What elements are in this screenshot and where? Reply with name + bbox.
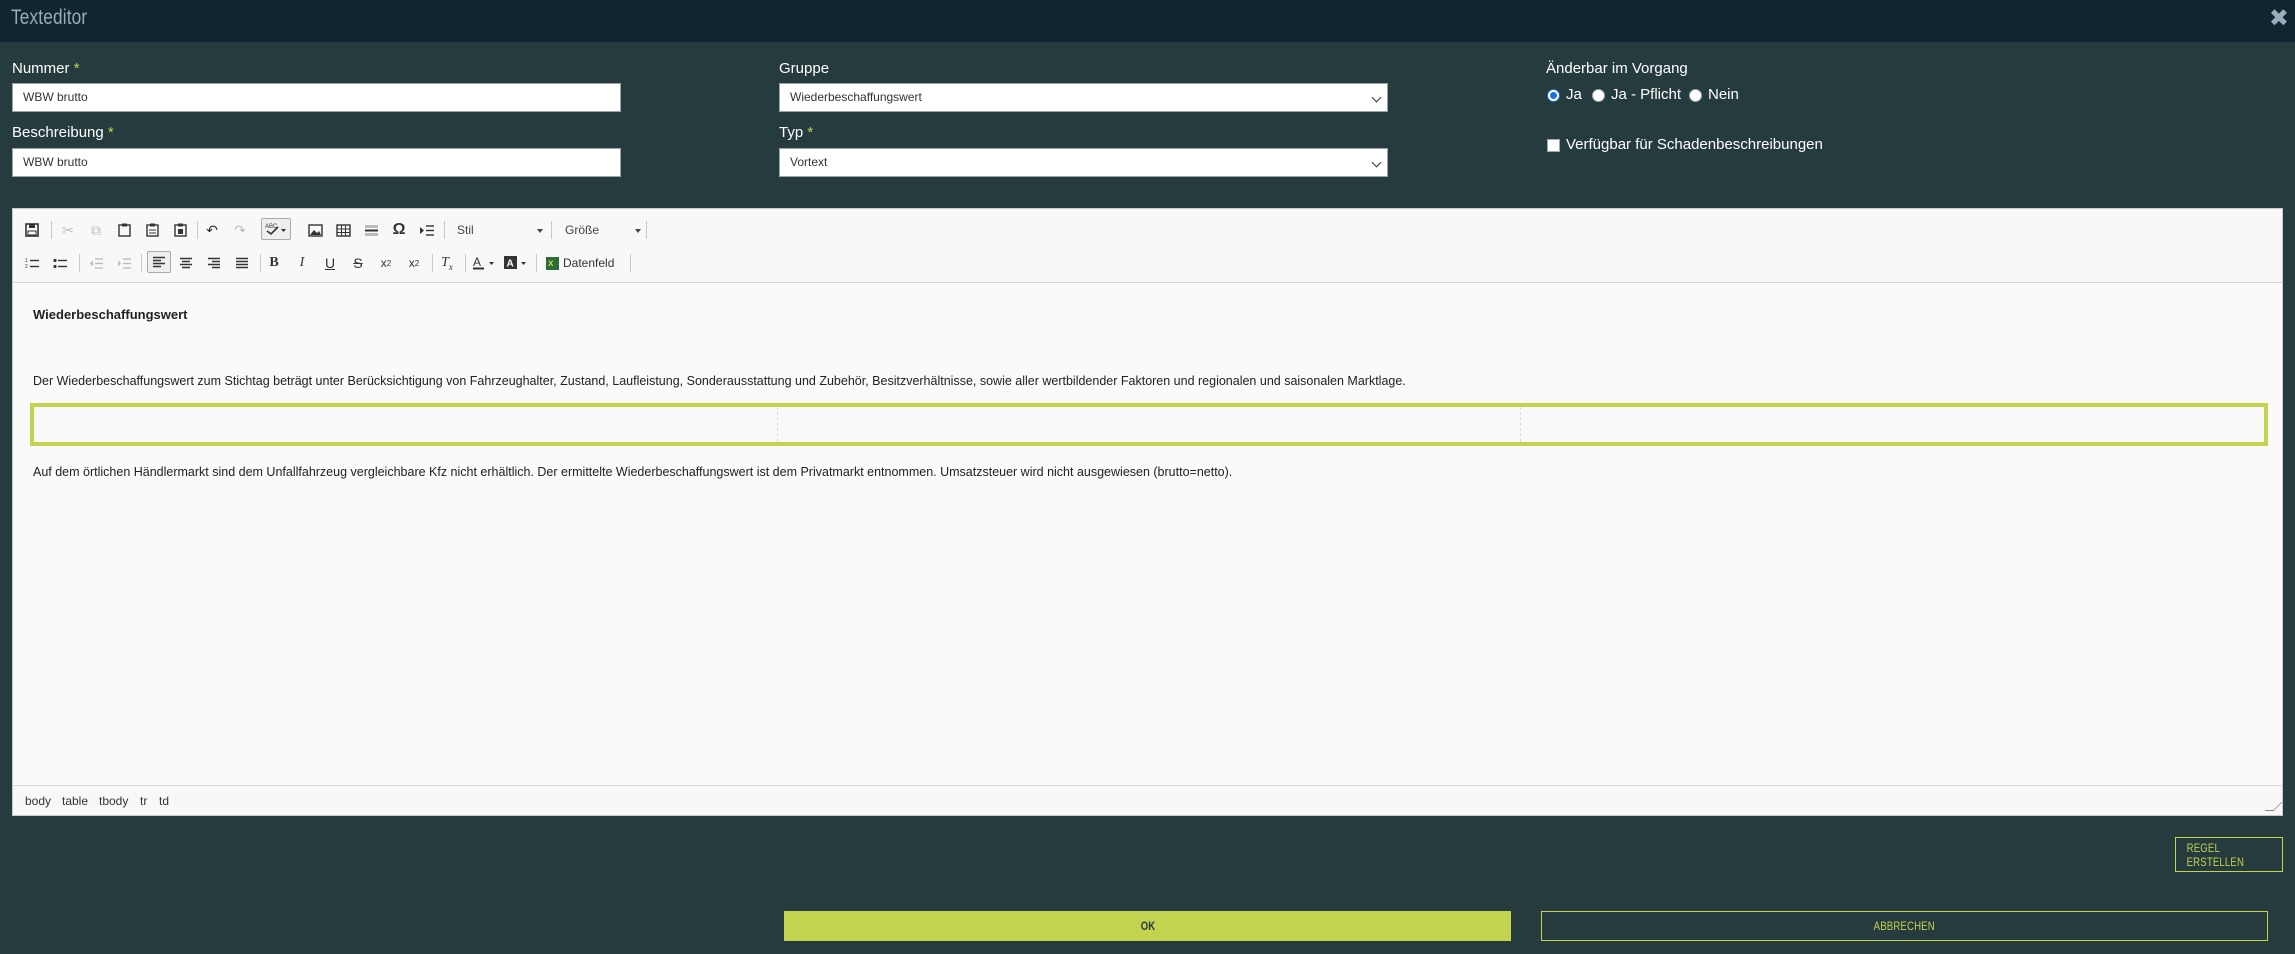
chevron-down-icon <box>1371 157 1382 168</box>
toolbar-separator <box>646 221 647 239</box>
copy-icon[interactable]: ⧉ <box>87 219 105 241</box>
radio-ja[interactable] <box>1547 89 1560 102</box>
underline-icon[interactable]: U <box>321 252 339 274</box>
radio-ja-pflicht[interactable] <box>1592 89 1605 102</box>
subscript-icon[interactable]: x2 <box>377 252 395 274</box>
toolbar-separator <box>51 221 52 239</box>
save-icon[interactable] <box>23 219 41 241</box>
aenderbar-label: Änderbar im Vorgang <box>1546 60 1688 77</box>
align-left-icon[interactable] <box>147 251 171 273</box>
toolbar-separator <box>551 221 552 239</box>
align-center-icon[interactable] <box>177 252 195 274</box>
remove-format-icon[interactable]: Tx <box>438 252 456 274</box>
nummer-label: Nummer * <box>12 60 80 77</box>
rich-text-editor[interactable]: ✂ ⧉ ↶ ↷ ABC Ω Stil Größe 1 2 B I U S x 2… <box>12 208 2283 816</box>
size-dropdown[interactable]: Größe <box>553 223 641 237</box>
toolbar-separator <box>197 221 198 239</box>
horizontal-line-icon[interactable] <box>362 219 380 241</box>
gruppe-label: Gruppe <box>779 60 830 77</box>
paste-word-icon[interactable] <box>171 219 189 241</box>
style-dropdown[interactable]: Stil <box>457 223 543 237</box>
content-paragraph: Auf dem örtlichen Händlermarkt sind dem … <box>33 465 1233 479</box>
path-item[interactable]: tr <box>140 794 147 808</box>
caret-down-icon <box>635 229 641 233</box>
editor-toolbar: ✂ ⧉ ↶ ↷ ABC Ω Stil Größe 1 2 B I U S x 2… <box>13 209 2282 283</box>
toolbar-separator <box>432 254 433 272</box>
bold-icon[interactable]: B <box>265 252 283 274</box>
toolbar-separator <box>630 254 631 272</box>
path-item[interactable]: tbody <box>99 794 128 808</box>
table-icon[interactable] <box>334 219 352 241</box>
toolbar-separator <box>444 221 445 239</box>
bullet-list-icon[interactable] <box>51 252 69 274</box>
special-char-icon[interactable]: Ω <box>390 219 408 241</box>
ok-button[interactable]: OK <box>784 911 1511 941</box>
undo-icon[interactable]: ↶ <box>203 219 221 241</box>
create-rule-button[interactable]: REGEL ERSTELLEN <box>2175 837 2283 872</box>
table-cell[interactable] <box>34 407 778 442</box>
strikethrough-icon[interactable]: S <box>349 252 367 274</box>
toolbar-separator <box>79 254 80 272</box>
image-icon[interactable] <box>306 219 324 241</box>
indent-icon[interactable] <box>115 252 133 274</box>
chevron-down-icon <box>1371 92 1382 103</box>
typ-select[interactable]: Vortext <box>779 148 1388 177</box>
svg-text:A: A <box>473 256 481 269</box>
svg-text:2: 2 <box>25 264 28 270</box>
content-paragraph: Der Wiederbeschaffungswert zum Stichtag … <box>33 374 1406 388</box>
gruppe-select[interactable]: Wiederbeschaffungswert <box>779 83 1388 112</box>
toolbar-separator <box>536 254 537 272</box>
align-justify-icon[interactable] <box>233 252 251 274</box>
toolbar-separator <box>141 254 142 272</box>
beschreibung-field[interactable]: WBW brutto <box>12 148 621 177</box>
path-item[interactable]: td <box>159 794 169 808</box>
typ-label: Typ * <box>779 124 814 141</box>
content-heading: Wiederbeschaffungswert <box>33 307 188 322</box>
content-table[interactable] <box>30 403 2268 446</box>
datafield-icon: x <box>546 256 559 270</box>
paste-text-icon[interactable] <box>143 219 161 241</box>
italic-icon[interactable]: I <box>293 252 311 274</box>
caret-down-icon <box>537 229 543 233</box>
editor-content[interactable]: Wiederbeschaffungswert Der Wiederbeschaf… <box>13 284 2282 784</box>
outdent-icon[interactable] <box>87 252 105 274</box>
title-bar: Texteditor ✖ <box>0 0 2295 42</box>
toolbar-separator <box>260 254 261 272</box>
numbered-list-icon[interactable]: 12 <box>23 252 41 274</box>
verfuegbar-label: Verfügbar für Schadenbeschreibungen <box>1566 136 1823 153</box>
window-title: Texteditor <box>11 6 88 29</box>
table-cell[interactable] <box>778 407 1522 442</box>
resize-handle-icon[interactable] <box>2264 802 2283 811</box>
nummer-field[interactable]: WBW brutto <box>12 83 621 112</box>
spellcheck-icon[interactable]: ABC <box>261 218 291 240</box>
align-right-icon[interactable] <box>205 252 223 274</box>
cut-icon[interactable]: ✂ <box>59 219 77 241</box>
beschreibung-label: Beschreibung * <box>12 124 114 141</box>
background-color-icon[interactable]: A <box>503 252 531 274</box>
pagebreak-icon[interactable] <box>418 219 436 241</box>
svg-text:A: A <box>507 259 514 270</box>
text-color-icon[interactable]: A <box>471 252 499 274</box>
paste-icon[interactable] <box>115 219 133 241</box>
datafield-button[interactable]: x Datenfeld <box>546 252 630 274</box>
radio-nein[interactable] <box>1689 89 1702 102</box>
path-item[interactable]: body <box>25 794 51 808</box>
table-cell[interactable] <box>1521 407 2264 442</box>
verfuegbar-checkbox[interactable] <box>1547 139 1560 152</box>
radio-ja-label: Ja <box>1566 86 1582 103</box>
cancel-button[interactable]: ABBRECHEN <box>1541 911 2268 941</box>
close-icon[interactable]: ✖ <box>2269 6 2289 32</box>
redo-icon[interactable]: ↷ <box>231 219 249 241</box>
radio-nein-label: Nein <box>1708 86 1739 103</box>
superscript-icon[interactable]: x2 <box>405 252 423 274</box>
toolbar-separator <box>465 254 466 272</box>
radio-ja-pflicht-label: Ja - Pflicht <box>1611 86 1682 103</box>
element-path-bar: body table tbody tr td <box>13 785 2283 815</box>
path-item[interactable]: table <box>62 794 88 808</box>
